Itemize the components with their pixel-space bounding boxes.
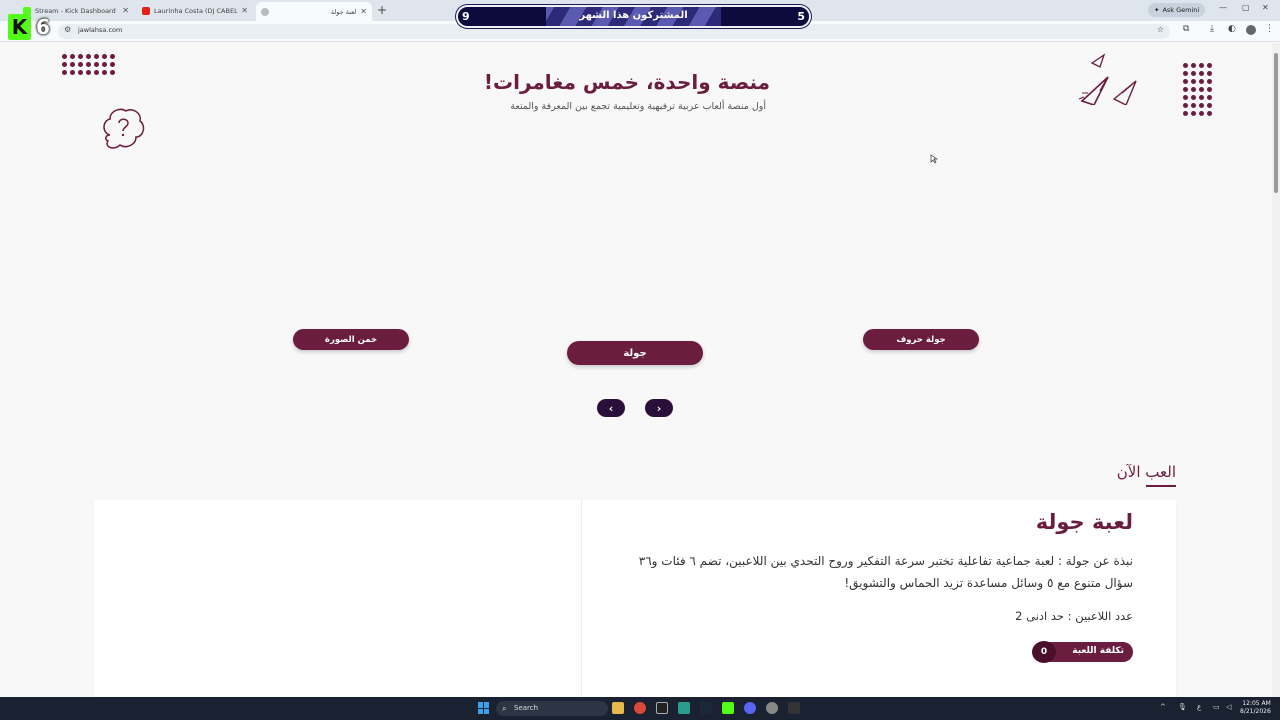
ask-gemini-label: Ask Gemini [1162,6,1200,14]
game-cost-value: 0 [1032,641,1056,663]
subscribers-label: المشتركون هذا الشهر [579,10,688,21]
page-subtitle: أول منصة ألعاب عربية ترفيهية وتعليمية تج… [510,101,766,112]
tab-title: Laurinha Costa (DJ CABELO) (D... [154,6,238,15]
window-close-icon[interactable]: ✕ [1262,3,1269,12]
url-text: jawlahsa.com [78,26,123,34]
card-divider [581,500,582,697]
windows-start-icon[interactable] [478,702,490,714]
subscribers-right-number: 5 [797,10,805,23]
extensions-icon[interactable]: ⧉ [1183,24,1189,34]
app-green-icon[interactable] [678,702,690,714]
steam-icon[interactable] [700,702,712,714]
section-title-underline [1146,485,1176,487]
close-icon[interactable]: ✕ [241,6,248,15]
language-indicator[interactable]: ع [1197,703,1201,711]
chrome-icon[interactable] [634,702,646,714]
close-icon[interactable]: ✕ [122,6,129,15]
minimize-icon[interactable]: — [1219,3,1227,12]
scrollbar-thumb[interactable] [1274,53,1278,193]
download-icon[interactable]: ⤓ [1210,24,1214,34]
carousel-next-button[interactable]: › [645,399,673,417]
kick-counter-overlay: K 6 [8,13,56,40]
avatar[interactable] [1246,25,1256,35]
tab-youtube[interactable]: Laurinha Costa (DJ CABELO) (D... ✕ [137,3,253,18]
tab-jawlah[interactable]: لعبة جولة ✕ [256,2,372,21]
carousel-item-letters[interactable]: جولة حروف [863,329,979,350]
new-tab-button[interactable]: + [377,3,387,17]
network-icon[interactable]: ▭ [1213,703,1220,711]
maximize-icon[interactable]: ▢ [1242,3,1250,12]
carousel-prev-button[interactable]: ‹ [597,399,625,417]
kick-count: 6 [36,14,50,39]
dots-decoration-icon [62,54,115,75]
menu-icon[interactable]: ⋮ [1265,24,1274,34]
game-card: لعبة جولة نبذة عن جولة : لعبة جماعية تفا… [94,500,1176,697]
section-title-text: العب الآن [1116,463,1176,481]
taskbar-search[interactable]: ⌕ Search [496,701,608,716]
taskbar-search-label: Search [514,704,539,712]
profile-switch-icon[interactable]: ◐ [1228,24,1236,34]
discord-icon[interactable] [744,702,756,714]
file-explorer-icon[interactable] [612,702,624,714]
settings-icon[interactable] [766,702,778,714]
site-info-icon[interactable]: ⚙ [64,25,71,34]
dots-decoration-icon [1183,63,1212,116]
close-icon[interactable]: ✕ [360,7,367,16]
subscribers-progress-bar: 9 المشتركون هذا الشهر 5 [456,5,811,28]
ask-gemini-button[interactable]: ✦ Ask Gemini [1148,3,1206,17]
tab-title: لعبة جولة [330,7,357,16]
tray-chevron-icon[interactable]: ^ [1160,703,1166,711]
page-content: منصة واحدة، خمس مغامرات! أول منصة ألعاب … [0,43,1272,697]
app-a-icon[interactable] [656,702,668,714]
page-scrollbar[interactable] [1272,43,1280,697]
jawlah-favicon-icon [261,7,269,16]
taskbar-clock[interactable]: 12:05 AM 8/21/2026 [1240,700,1271,716]
clock-time: 12:05 AM [1242,700,1271,707]
game-card-title: لعبة جولة [1035,510,1133,534]
gemini-icon: ✦ [1154,6,1160,14]
windows-taskbar: ⌕ Search ^ 🎙 ع ▭ ◁ 12:05 AM 8/21/2026 [0,697,1280,720]
game-card-players: عدد اللاعبين : حد ادنى 2 [1015,609,1133,623]
game-cost-label: تكلفة اللعبة [1072,646,1124,656]
kick-app-icon[interactable] [722,702,734,714]
mouse-cursor-icon [930,154,938,164]
carousel-item-guess-image[interactable]: خمن الصورة [293,329,409,350]
page-title: منصة واحدة، خمس مغامرات! [483,70,770,94]
kick-logo-icon: K [8,13,31,40]
volume-icon[interactable]: ◁ [1226,703,1231,711]
paper-planes-icon [1078,53,1137,105]
game-cost-badge[interactable]: تكلفة اللعبة 0 [1032,641,1133,663]
search-icon: ⌕ [502,704,507,713]
thinking-bubble-icon [103,108,145,149]
epic-games-icon[interactable] [788,702,800,714]
clock-date: 8/21/2026 [1240,708,1271,715]
bookmark-star-icon[interactable]: ☆ [1157,25,1164,34]
carousel-item-jawlah[interactable]: جولة [567,341,703,365]
section-title: العب الآن [1080,463,1176,487]
youtube-favicon-icon [142,6,150,15]
microphone-icon[interactable]: 🎙 [1178,703,1187,711]
game-card-description: نبذة عن جولة : لعبة جماعية تفاعلية تختبر… [638,554,1133,590]
